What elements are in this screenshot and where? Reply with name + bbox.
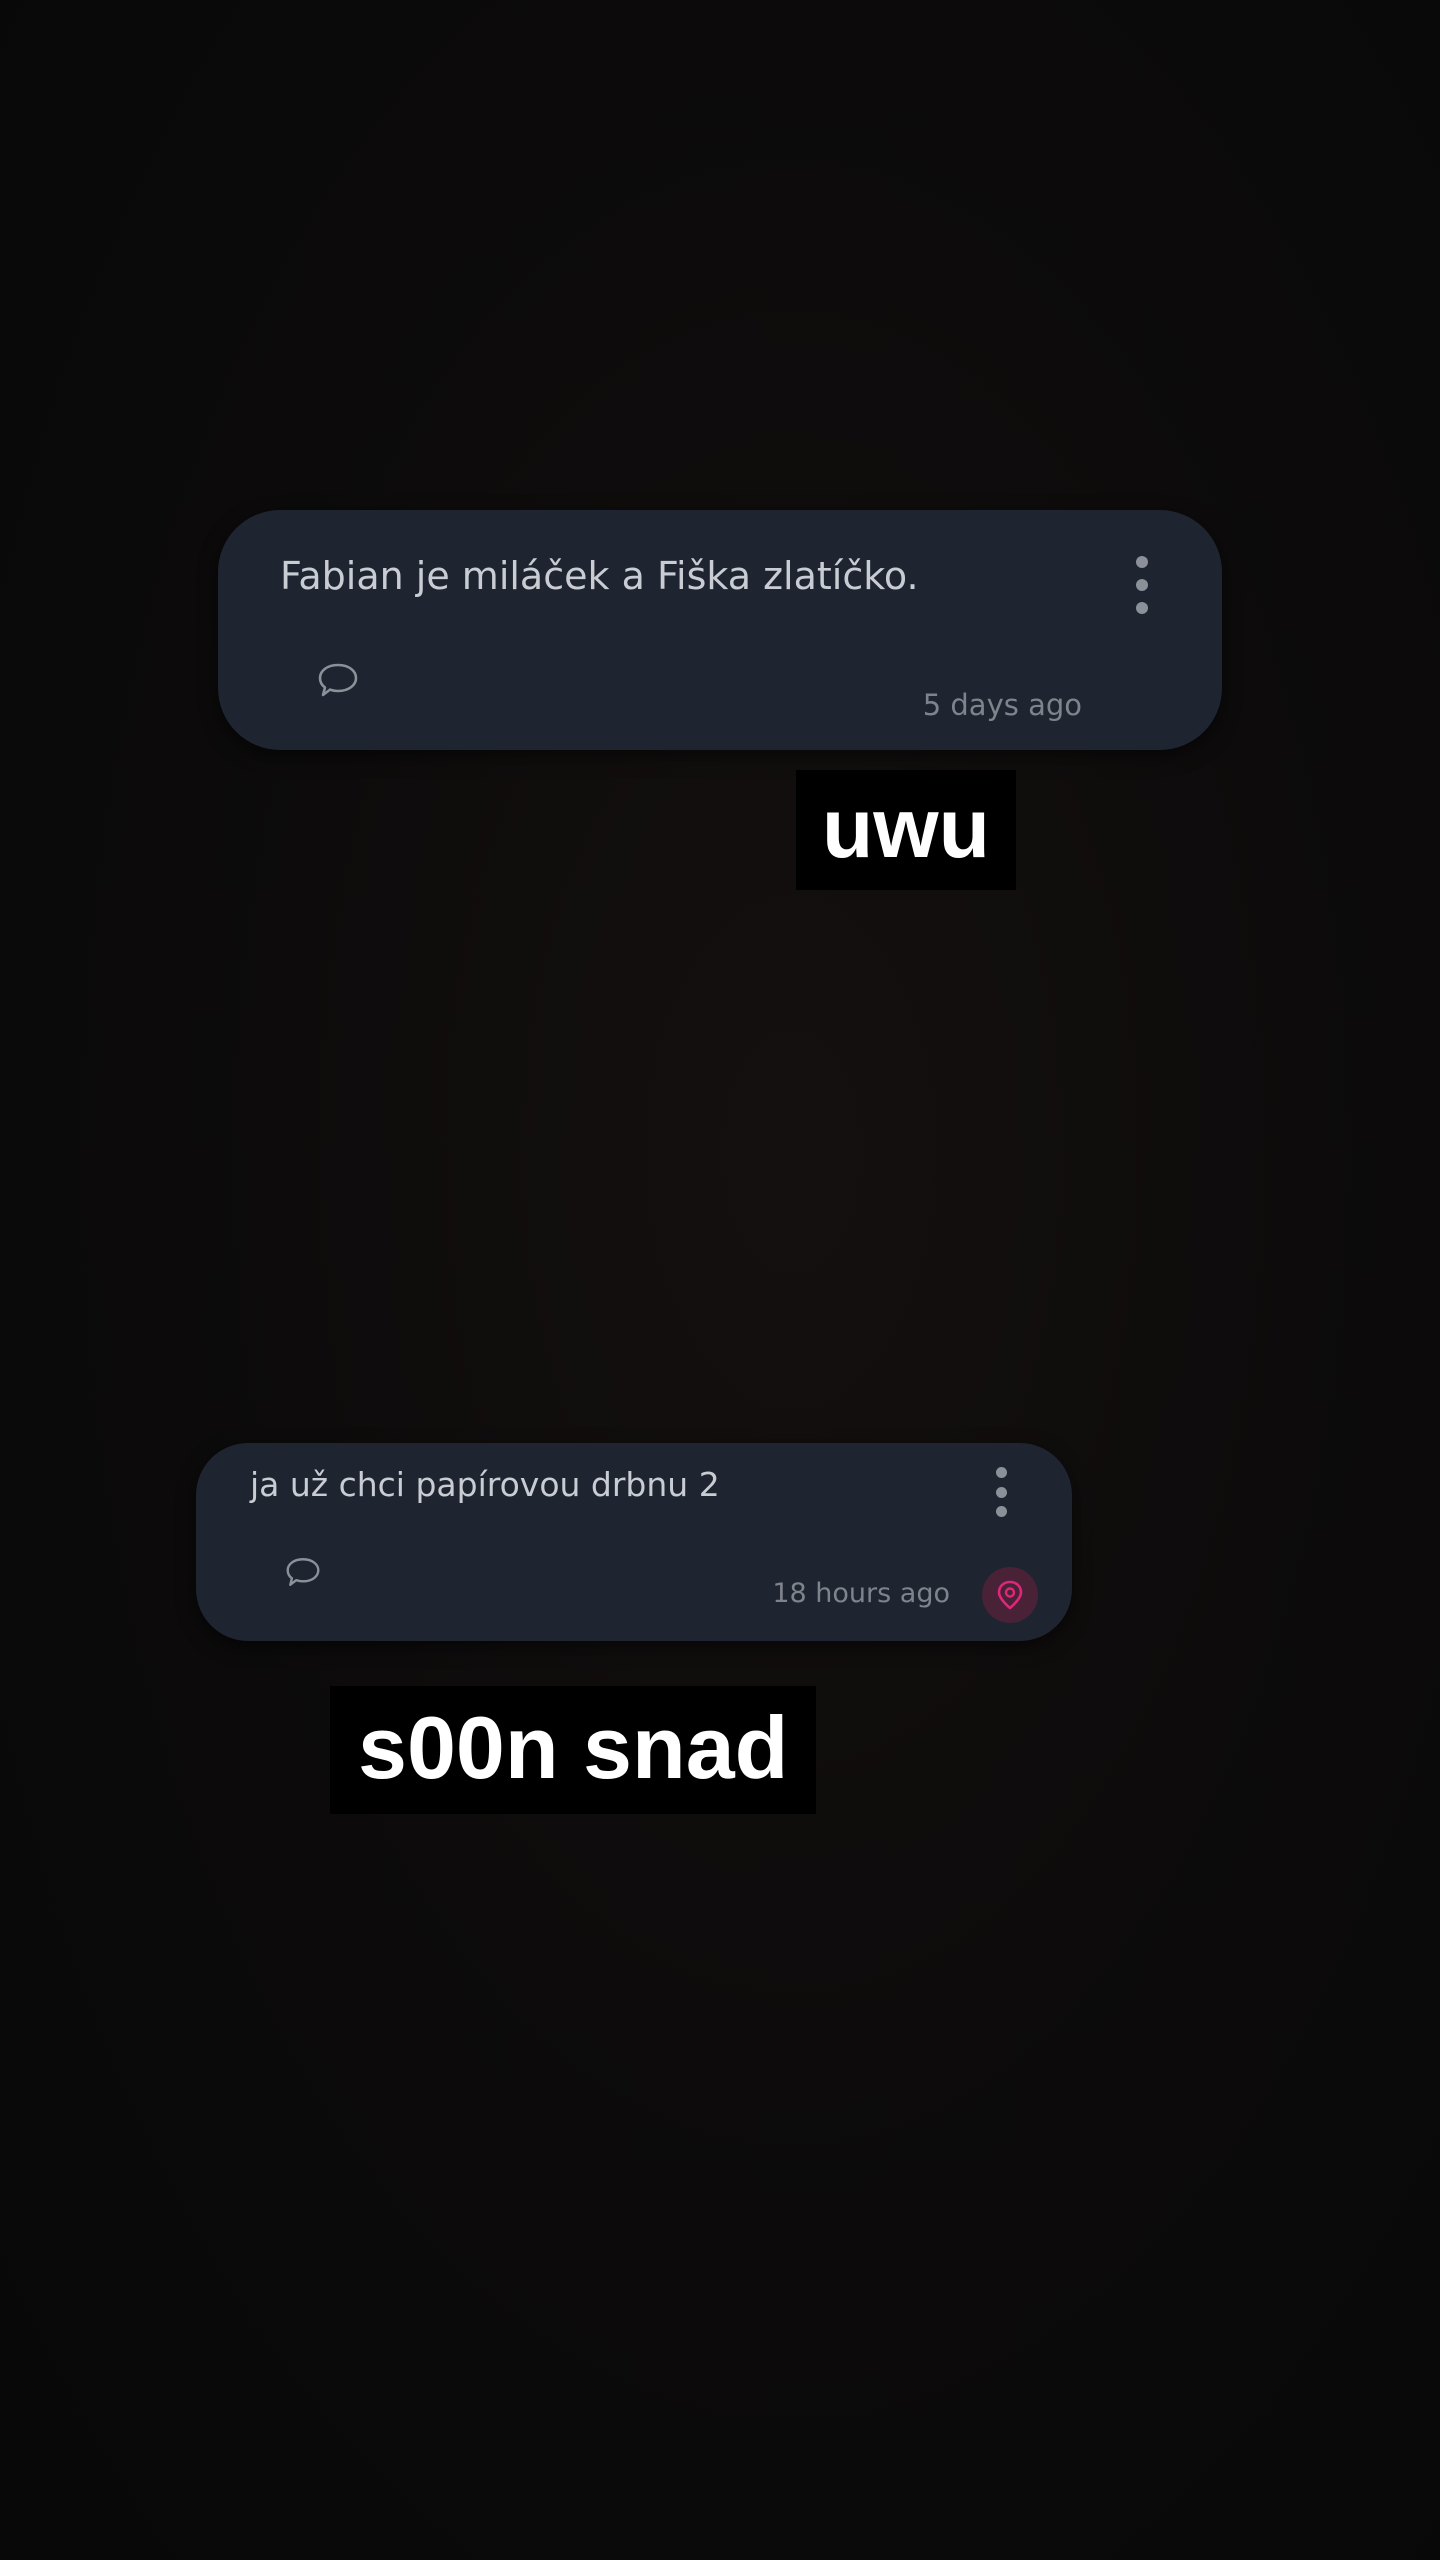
post-card[interactable]: ja už chci papírovou drbnu 2 18 hours ag… [196, 1443, 1072, 1641]
location-badge[interactable] [982, 1567, 1038, 1623]
post-timestamp: 18 hours ago [772, 1578, 950, 1609]
more-vert-icon[interactable] [989, 1467, 1013, 1517]
caption-text: s00n snad [330, 1686, 817, 1814]
background [0, 0, 1440, 2560]
post-timestamp: 5 days ago [922, 688, 1082, 722]
speech-bubble-icon[interactable] [284, 1555, 322, 1589]
post-card[interactable]: Fabian je miláček a Fiška zlatíčko. 5 da… [218, 510, 1222, 750]
location-pin-icon [997, 1580, 1023, 1610]
post-message: ja už chci papírovou drbnu 2 [250, 1465, 720, 1504]
more-vert-icon[interactable] [1130, 556, 1154, 614]
post-message: Fabian je miláček a Fiška zlatíčko. [280, 554, 919, 598]
speech-bubble-icon[interactable] [316, 660, 360, 700]
caption-text: uwu [796, 770, 1016, 890]
